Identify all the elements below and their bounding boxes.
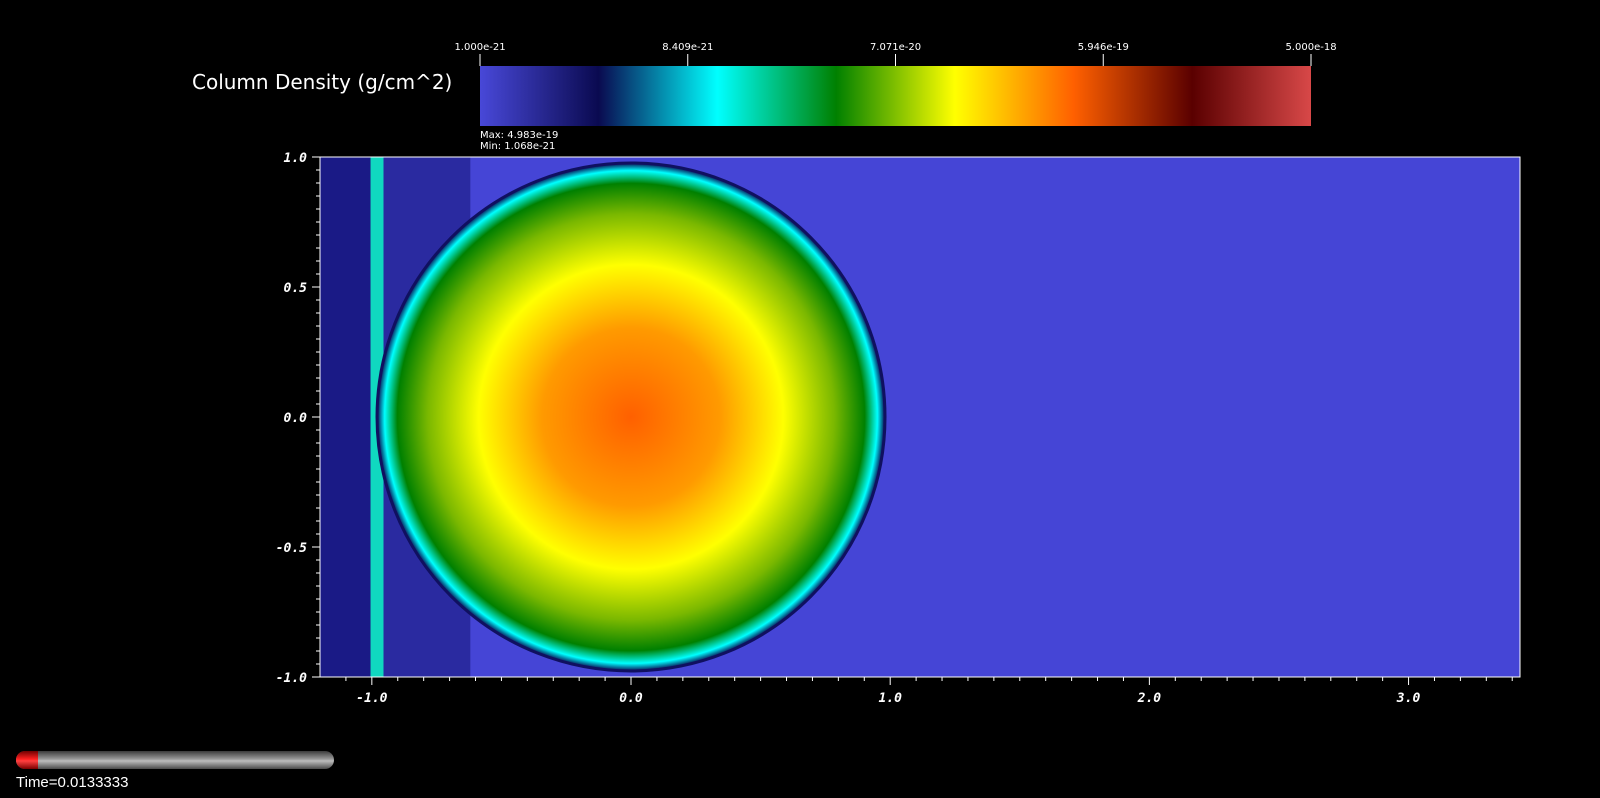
legend-title: Column Density (g/cm^2)	[192, 70, 453, 94]
plot-area	[320, 157, 1520, 677]
time-slider[interactable]	[16, 751, 334, 769]
y-tick-label: -0.5	[276, 541, 307, 556]
visualization: 1.000e-21 8.409e-21 7.071e-20 5.946e-19 5.00…	[276, 42, 1521, 706]
y-tick-label: 0.0	[284, 411, 308, 426]
colorbar-tick-label: 5.000e-18	[1285, 42, 1336, 53]
y-tick-label: 1.0	[284, 151, 308, 166]
colorbar-tick-label: 5.946e-19	[1078, 42, 1129, 53]
colorbar	[480, 66, 1311, 126]
x-tick-label: -1.0	[356, 691, 387, 706]
density-sphere	[377, 163, 886, 671]
x-tick-label: 2.0	[1137, 691, 1162, 706]
colorbar-tick-label: 8.409e-21	[662, 42, 713, 53]
colorbar-tick-label: 7.071e-20	[870, 42, 921, 53]
x-tick-label: 1.0	[878, 691, 902, 706]
y-axis: 1.0 0.5 0.0 -0.5 -1.0	[276, 151, 320, 686]
y-tick-label: -1.0	[276, 671, 307, 686]
min-label: Min: 1.068e-21	[480, 141, 556, 152]
colorbar-tick-label: 1.000e-21	[454, 42, 505, 53]
time-label: Time=0.0133333	[16, 774, 129, 791]
colorbar-ticks: 1.000e-21 8.409e-21 7.071e-20 5.946e-19 5.00…	[454, 42, 1337, 66]
y-tick-label: 0.5	[284, 281, 308, 296]
max-label: Max: 4.983e-19	[480, 130, 559, 141]
x-axis: -1.0 0.0 1.0 2.0 3.0	[345, 677, 1513, 706]
x-tick-label: 3.0	[1396, 691, 1421, 706]
x-tick-label: 0.0	[619, 691, 643, 706]
time-slider-progress[interactable]	[16, 751, 39, 769]
dark-band	[320, 157, 371, 677]
